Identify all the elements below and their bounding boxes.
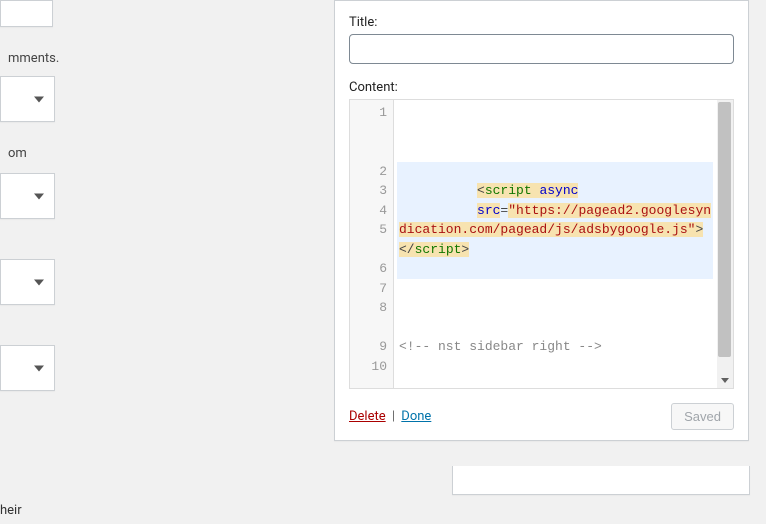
title-label: Title: <box>349 15 734 30</box>
delete-link[interactable]: Delete <box>349 409 386 424</box>
left-dropdown-4[interactable] <box>0 345 55 391</box>
code-body[interactable]: <script async src="https://pagead2.googl… <box>394 100 717 388</box>
action-separator: | <box>392 409 395 424</box>
content-code-editor[interactable]: 1 2 3 4 5 6 7 8 9 10 <script async src="… <box>349 99 734 389</box>
scrollbar-thumb[interactable] <box>718 102 731 357</box>
left-text-their: heir <box>0 503 22 518</box>
code-line-gutter: 1 2 3 4 5 6 7 8 9 10 <box>350 100 394 388</box>
left-fragment-1 <box>0 0 53 27</box>
sidebar-fragments: mments. om <box>0 0 180 524</box>
left-dropdown-3[interactable] <box>0 259 55 305</box>
left-text-om: om <box>0 142 180 165</box>
done-link[interactable]: Done <box>401 409 431 424</box>
left-dropdown-1[interactable] <box>0 76 55 122</box>
saved-button: Saved <box>671 403 734 430</box>
widget-editor-panel: Title: Content: 1 2 3 4 5 6 7 8 9 10 <sc… <box>334 0 749 441</box>
chevron-down-icon <box>34 92 44 107</box>
chevron-down-icon <box>34 361 44 376</box>
widget-actions: Delete | Done Saved <box>349 403 734 430</box>
left-dropdown-2[interactable] <box>0 173 55 219</box>
left-text-comments: mments. <box>0 47 180 70</box>
content-label: Content: <box>349 80 734 95</box>
scrollbar-arrow-down-icon[interactable] <box>717 372 733 388</box>
chevron-down-icon <box>34 275 44 290</box>
title-input[interactable] <box>349 34 734 64</box>
lower-right-panel-fragment <box>452 466 750 495</box>
chevron-down-icon <box>34 189 44 204</box>
code-vertical-scrollbar[interactable] <box>717 100 733 388</box>
